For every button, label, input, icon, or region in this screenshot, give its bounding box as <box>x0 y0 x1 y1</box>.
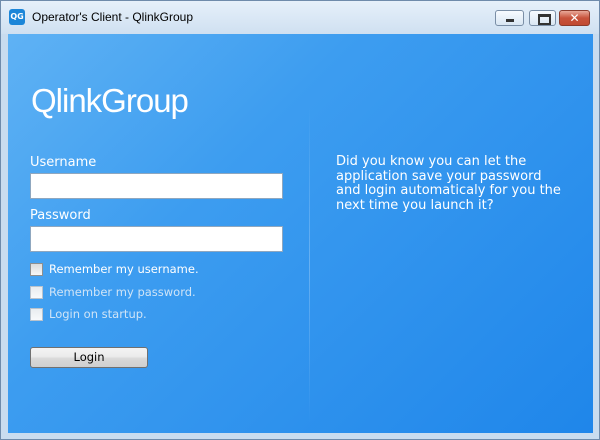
maximize-icon <box>530 11 555 25</box>
qlinkgroup-app-icon[interactable]: QG <box>9 9 25 25</box>
close-button[interactable]: ✕ <box>559 10 590 26</box>
username-field[interactable] <box>30 173 283 199</box>
title-bar[interactable]: QG Operator's Client - QlinkGroup ✕ <box>1 1 599 34</box>
login-on-startup-checkbox[interactable] <box>30 308 43 321</box>
login-on-startup-label[interactable]: Login on startup. <box>49 307 147 321</box>
remember-password-label[interactable]: Remember my password. <box>49 285 196 299</box>
close-icon: ✕ <box>569 11 580 25</box>
minimize-button[interactable] <box>495 10 524 26</box>
panel-divider <box>309 104 310 424</box>
brand-logo: QlinkGroup <box>31 82 189 119</box>
minimize-icon <box>496 11 523 25</box>
tip-text: Did you know you can let the application… <box>336 154 561 213</box>
login-panel: QlinkGroup Username Password Remember my… <box>8 34 593 433</box>
remember-username-label[interactable]: Remember my username. <box>49 262 199 276</box>
password-field[interactable] <box>30 226 283 252</box>
login-window: QG Operator's Client - QlinkGroup ✕ Qlin… <box>0 0 600 440</box>
login-button[interactable]: Login <box>30 347 148 368</box>
window-title: Operator's Client - QlinkGroup <box>32 10 194 24</box>
maximize-button[interactable] <box>529 10 556 26</box>
remember-username-checkbox[interactable] <box>30 263 43 276</box>
username-label: Username <box>30 155 97 170</box>
password-label: Password <box>30 208 91 223</box>
remember-password-checkbox[interactable] <box>30 286 43 299</box>
